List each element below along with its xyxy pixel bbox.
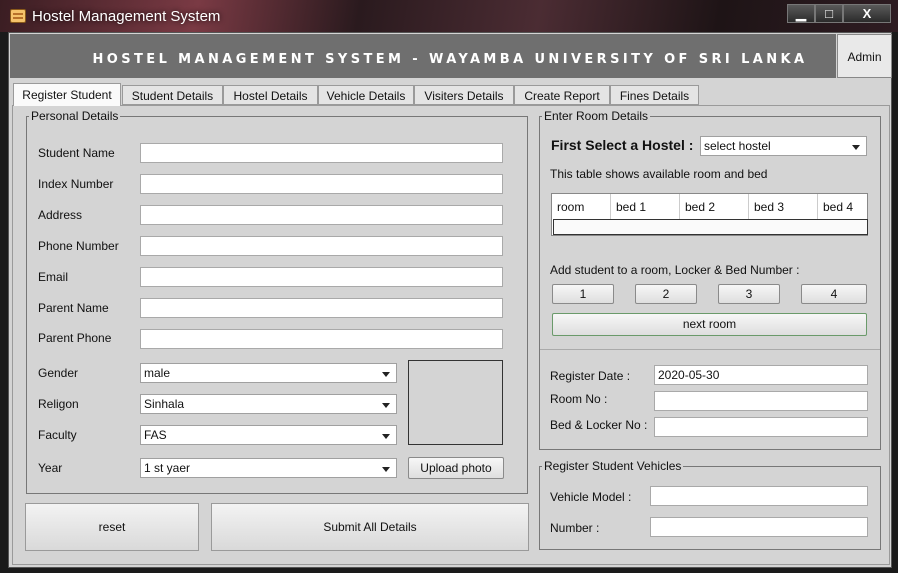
tab-vehicle-details[interactable]: Vehicle Details: [318, 85, 414, 105]
vehicle-number-label: Number :: [550, 521, 600, 535]
personal-details-title: Personal Details: [29, 109, 121, 123]
vehicle-model-field[interactable]: [650, 486, 868, 506]
chevron-down-icon: [382, 434, 390, 439]
room-table-header: room bed 1 bed 2 bed 3 bed 4: [552, 194, 867, 220]
faculty-label: Faculty: [38, 428, 77, 442]
tab-hostel-details[interactable]: Hostel Details: [223, 85, 318, 105]
chevron-down-icon: [852, 145, 860, 150]
app-icon: [10, 9, 26, 23]
bed-button-2[interactable]: 2: [635, 284, 697, 304]
index-number-label: Index Number: [38, 177, 114, 191]
tab-create-report[interactable]: Create Report: [514, 85, 610, 105]
room-table[interactable]: room bed 1 bed 2 bed 3 bed 4: [551, 193, 868, 236]
bed-button-4[interactable]: 4: [801, 284, 867, 304]
room-table-info: This table shows available room and bed: [550, 167, 768, 181]
bed-button-3[interactable]: 3: [718, 284, 780, 304]
column-header[interactable]: room: [552, 194, 611, 220]
address-field[interactable]: [140, 205, 503, 225]
gender-label: Gender: [38, 366, 79, 380]
parent-phone-field[interactable]: [140, 329, 503, 349]
reset-button[interactable]: reset: [25, 503, 199, 551]
religion-select[interactable]: Sinhala: [140, 394, 397, 414]
bed-button-1[interactable]: 1: [552, 284, 614, 304]
chevron-down-icon: [382, 467, 390, 472]
column-header[interactable]: bed 4: [817, 194, 867, 220]
register-date-label: Register Date :: [550, 369, 631, 383]
year-select[interactable]: 1 st yaer: [140, 458, 397, 478]
tab-visiters-details[interactable]: Visiters Details: [414, 85, 514, 105]
next-room-button[interactable]: next room: [552, 313, 867, 336]
room-details-title: Enter Room Details: [542, 109, 651, 123]
table-row[interactable]: [553, 219, 868, 235]
minimize-button[interactable]: ▁: [787, 4, 815, 23]
tab-register-student[interactable]: Register Student: [13, 83, 121, 106]
student-name-field[interactable]: [140, 143, 503, 163]
upload-photo-button[interactable]: Upload photo: [408, 457, 504, 479]
gender-select[interactable]: male: [140, 363, 397, 383]
phone-number-field[interactable]: [140, 236, 503, 256]
room-no-label: Room No :: [550, 392, 608, 406]
minimize-icon: ▁: [796, 6, 806, 21]
add-student-label: Add student to a room, Locker & Bed Numb…: [550, 263, 800, 277]
parent-phone-label: Parent Phone: [38, 331, 112, 345]
register-date-field[interactable]: 2020-05-30: [654, 365, 868, 385]
vehicles-group: [539, 466, 881, 550]
submit-all-details-button[interactable]: Submit All Details: [211, 503, 529, 551]
tab-student-details[interactable]: Student Details: [122, 85, 223, 105]
parent-name-label: Parent Name: [38, 301, 109, 315]
student-name-label: Student Name: [38, 146, 115, 160]
parent-name-field[interactable]: [140, 298, 503, 318]
admin-button[interactable]: Admin: [837, 34, 892, 78]
chevron-down-icon: [382, 403, 390, 408]
address-label: Address: [38, 208, 83, 222]
close-button[interactable]: X: [843, 4, 891, 23]
close-icon: X: [862, 6, 872, 21]
phone-number-label: Phone Number: [38, 239, 119, 253]
religion-label: Religon: [38, 397, 79, 411]
vehicle-model-label: Vehicle Model :: [550, 490, 632, 504]
chevron-down-icon: [382, 372, 390, 377]
maximize-icon: □: [825, 6, 833, 21]
email-field[interactable]: [140, 267, 503, 287]
bed-locker-field[interactable]: [654, 417, 868, 437]
index-number-field[interactable]: [140, 174, 503, 194]
column-header[interactable]: bed 3: [748, 194, 818, 220]
vehicles-title: Register Student Vehicles: [542, 459, 684, 473]
photo-placeholder: [408, 360, 503, 445]
faculty-select[interactable]: FAS: [140, 425, 397, 445]
bed-locker-label: Bed & Locker No :: [550, 418, 648, 432]
hostel-select[interactable]: select hostel: [700, 136, 867, 156]
room-no-field[interactable]: [654, 391, 868, 411]
maximize-button[interactable]: □: [815, 4, 843, 23]
select-hostel-label: First Select a Hostel :: [551, 137, 694, 153]
column-header[interactable]: bed 2: [679, 194, 749, 220]
window-title: Hostel Management System: [32, 8, 221, 25]
year-label: Year: [38, 461, 63, 475]
vehicle-number-field[interactable]: [650, 517, 868, 537]
column-header[interactable]: bed 1: [610, 194, 680, 220]
email-label: Email: [38, 270, 69, 284]
banner-title: HOSTEL MANAGEMENT SYSTEM - WAYAMBA UNIVE…: [92, 52, 808, 67]
tab-fines-details[interactable]: Fines Details: [610, 85, 699, 105]
divider: [540, 349, 880, 350]
